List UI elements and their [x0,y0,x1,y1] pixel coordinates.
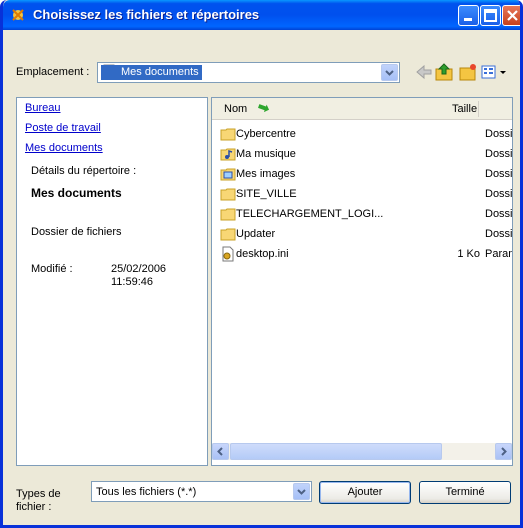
details-modified-time: 11:59:46 [111,276,154,288]
file-types-dropdown-button[interactable] [293,483,310,500]
file-type: Dossie [485,188,513,200]
file-type: Param [485,248,512,260]
file-type: Dossie [485,208,513,220]
details-label: Détails du répertoire : [31,165,137,177]
file-row[interactable]: SITE_VILLE Dossie [212,185,513,205]
horizontal-scrollbar[interactable] [212,443,512,460]
view-menu-icon[interactable] [480,62,510,82]
file-row[interactable]: desktop.ini 1 Ko Param [212,245,512,265]
close-icon [507,10,518,21]
file-row[interactable]: Ma musique Dossie [212,145,513,165]
column-header-name[interactable]: Nom [224,103,247,115]
file-list-panel[interactable]: Nom Taille Cybercentre Dossie Ma musique… [211,97,513,466]
scroll-thumb[interactable] [230,443,442,460]
file-row[interactable]: Mes images Dossie [212,165,513,185]
file-type: Dossie [485,228,513,240]
maximize-icon [484,9,497,22]
minimize-button[interactable] [458,5,479,26]
file-type: Dossie [485,168,513,180]
chevron-left-icon [217,447,223,456]
add-button[interactable]: Ajouter [319,481,411,504]
file-types-combo[interactable]: Tous les fichiers (*.*) [91,481,312,502]
back-arrow-icon[interactable] [414,62,434,82]
done-button[interactable]: Terminé [419,481,511,504]
column-separator[interactable] [478,101,479,117]
file-types-value: Tous les fichiers (*.*) [96,486,197,498]
file-name: Ma musique [236,148,296,160]
file-row[interactable]: Updater Dossie [212,225,513,245]
column-header-size[interactable]: Taille [452,103,477,115]
details-modified-label: Modifié : [31,263,73,275]
details-folder-type: Dossier de fichiers [31,226,122,238]
file-types-label-line1: Types de [16,488,61,500]
file-name: desktop.ini [236,248,289,260]
file-types-label-line2: fichier : [16,501,52,513]
location-combo[interactable]: Mes documents [97,62,400,83]
chevron-down-icon [297,489,306,495]
folder-icon [220,128,236,141]
file-name: Updater [236,228,276,240]
place-link-documents[interactable]: Mes documents [25,142,103,154]
maximize-button[interactable] [480,5,501,26]
file-name: TELECHARGEMENT_LOGI... [236,208,384,220]
pictures-folder-icon [220,168,236,181]
file-name: Cybercentre [236,128,296,140]
folder-icon [220,188,236,201]
details-folder-name: Mes documents [31,186,122,200]
folder-icon [220,228,236,241]
parent-folder-icon[interactable] [434,62,454,82]
location-dropdown-button[interactable] [381,64,398,81]
file-type: Dossie [485,128,513,140]
details-modified-date: 25/02/2006 [111,263,167,275]
close-button[interactable] [502,5,520,26]
file-name: SITE_VILLE [236,188,297,200]
app-icon [12,9,24,21]
sort-arrow-icon [258,104,270,113]
scroll-left-button[interactable] [212,443,229,460]
chevron-down-icon [385,70,394,76]
file-row[interactable]: TELECHARGEMENT_LOGI... Dossie [212,205,513,225]
chevron-right-icon [501,447,507,456]
title-bar[interactable]: Choisissez les fichiers et répertoires [3,0,520,30]
places-panel: Bureau Poste de travail Mes documents Dé… [16,97,208,466]
folder-icon [220,208,236,221]
ini-file-icon [222,246,234,262]
file-type: Dossie [485,148,513,160]
scroll-right-button[interactable] [495,443,512,460]
place-link-desktop[interactable]: Bureau [25,102,60,114]
done-button-label: Terminé [445,486,485,498]
file-size: 1 Ko [457,248,480,260]
add-button-label: Ajouter [347,486,383,498]
new-folder-icon[interactable] [458,62,478,82]
minimize-icon [464,18,472,21]
file-types-label: Types de fichier : [16,488,61,514]
file-row[interactable]: Cybercentre Dossie [212,125,513,145]
file-chooser-dialog: Choisissez les fichiers et répertoires E… [0,0,523,528]
file-name: Mes images [236,168,296,180]
window-title: Choisissez les fichiers et répertoires [33,7,260,22]
location-label: Emplacement : [16,66,90,78]
place-link-computer[interactable]: Poste de travail [25,122,101,134]
location-value: Mes documents [101,65,202,80]
file-list-header: Nom Taille [212,98,512,120]
music-folder-icon [220,148,236,161]
